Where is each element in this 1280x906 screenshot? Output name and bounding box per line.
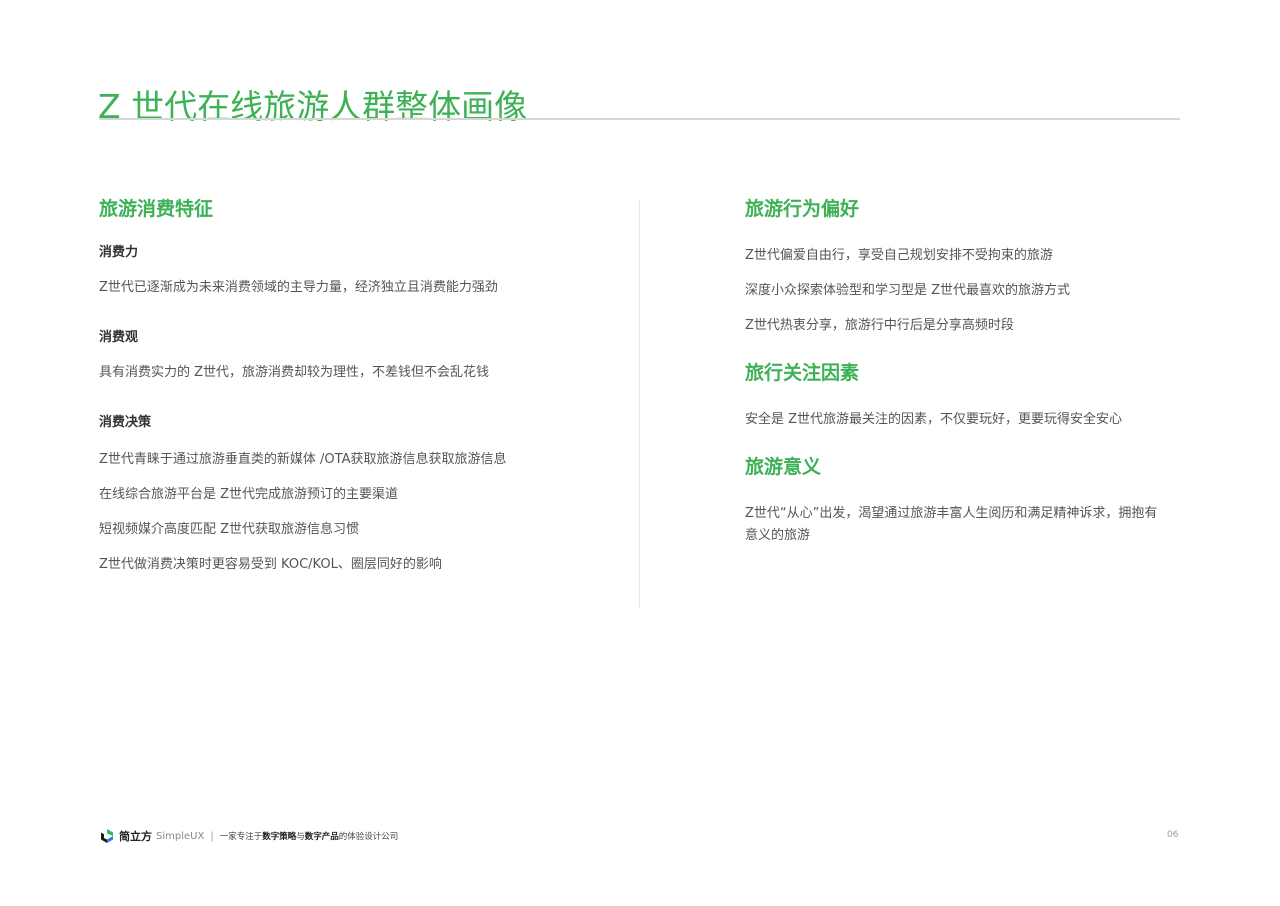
text-line: 短视频媒介高度匹配 Z世代获取旅游信息习惯 [99,522,360,537]
page-number: 06 [1167,830,1179,840]
consumption-features-column: 旅游消费特征 消费力 Z世代已逐渐成为未来消费领域的主导力量，经济独立且消费能力… [99,196,619,574]
footer-separator: | [210,830,214,842]
text-line: 在线综合旅游平台是 Z世代完成旅游预订的主要渠道 [99,487,399,502]
behavior-column: 旅游行为偏好 Z世代偏爱自由行，享受自己规划安排不受拘束的旅游 深度小众探索体验… [745,196,1180,547]
footer: 简立方 SimpleUX | 一家专注于数字策略与数字产品的体验设计公司 [99,826,398,846]
company-tagline: 一家专注于数字策略与数字产品的体验设计公司 [219,832,399,842]
brand-name-cn: 简立方 [119,830,152,843]
text-line: Z世代做消费决策时更容易受到 KOC/KOL、圈层同好的影响 [99,557,442,572]
column-divider [639,200,640,608]
subheading-spending-power: 消费力 [99,245,139,260]
text-paragraph: Z世代“从心”出发，渴望通过旅游丰富人生阅历和满足精神诉求，拥抱有意义的旅游 [745,506,1158,543]
section-title-consumption: 旅游消费特征 [99,198,214,220]
section-title-travel-meaning: 旅游意义 [745,456,822,478]
section-title-travel-factors: 旅行关注因素 [745,362,860,384]
text-line: Z世代偏爱自由行，享受自己规划安排不受拘束的旅游 [745,248,1053,263]
subheading-consumption-decision: 消费决策 [99,415,152,430]
section-title-behavior: 旅游行为偏好 [745,198,860,220]
text-line: Z世代已逐渐成为未来消费领域的主导力量，经济独立且消费能力强劲 [99,280,498,295]
subheading-consumption-view: 消费观 [99,330,139,345]
simpleux-logo-icon [101,829,113,843]
title-divider [99,118,1180,120]
text-line: Z世代青睐于通过旅游垂直类的新媒体 /OTA获取旅游信息获取旅游信息 [99,452,507,467]
text-line: 具有消费实力的 Z世代，旅游消费却较为理性，不差钱但不会乱花钱 [99,365,490,380]
page-title: Z 世代在线旅游人群整体画像 [98,87,528,127]
text-line: 安全是 Z世代旅游最关注的因素，不仅要玩好，更要玩得安全安心 [745,412,1123,427]
text-line: Z世代热衷分享，旅游行中行后是分享高频时段 [745,318,1014,333]
brand-name-en: SimpleUX [156,830,205,842]
text-line: 深度小众探索体验型和学习型是 Z世代最喜欢的旅游方式 [745,283,1071,298]
